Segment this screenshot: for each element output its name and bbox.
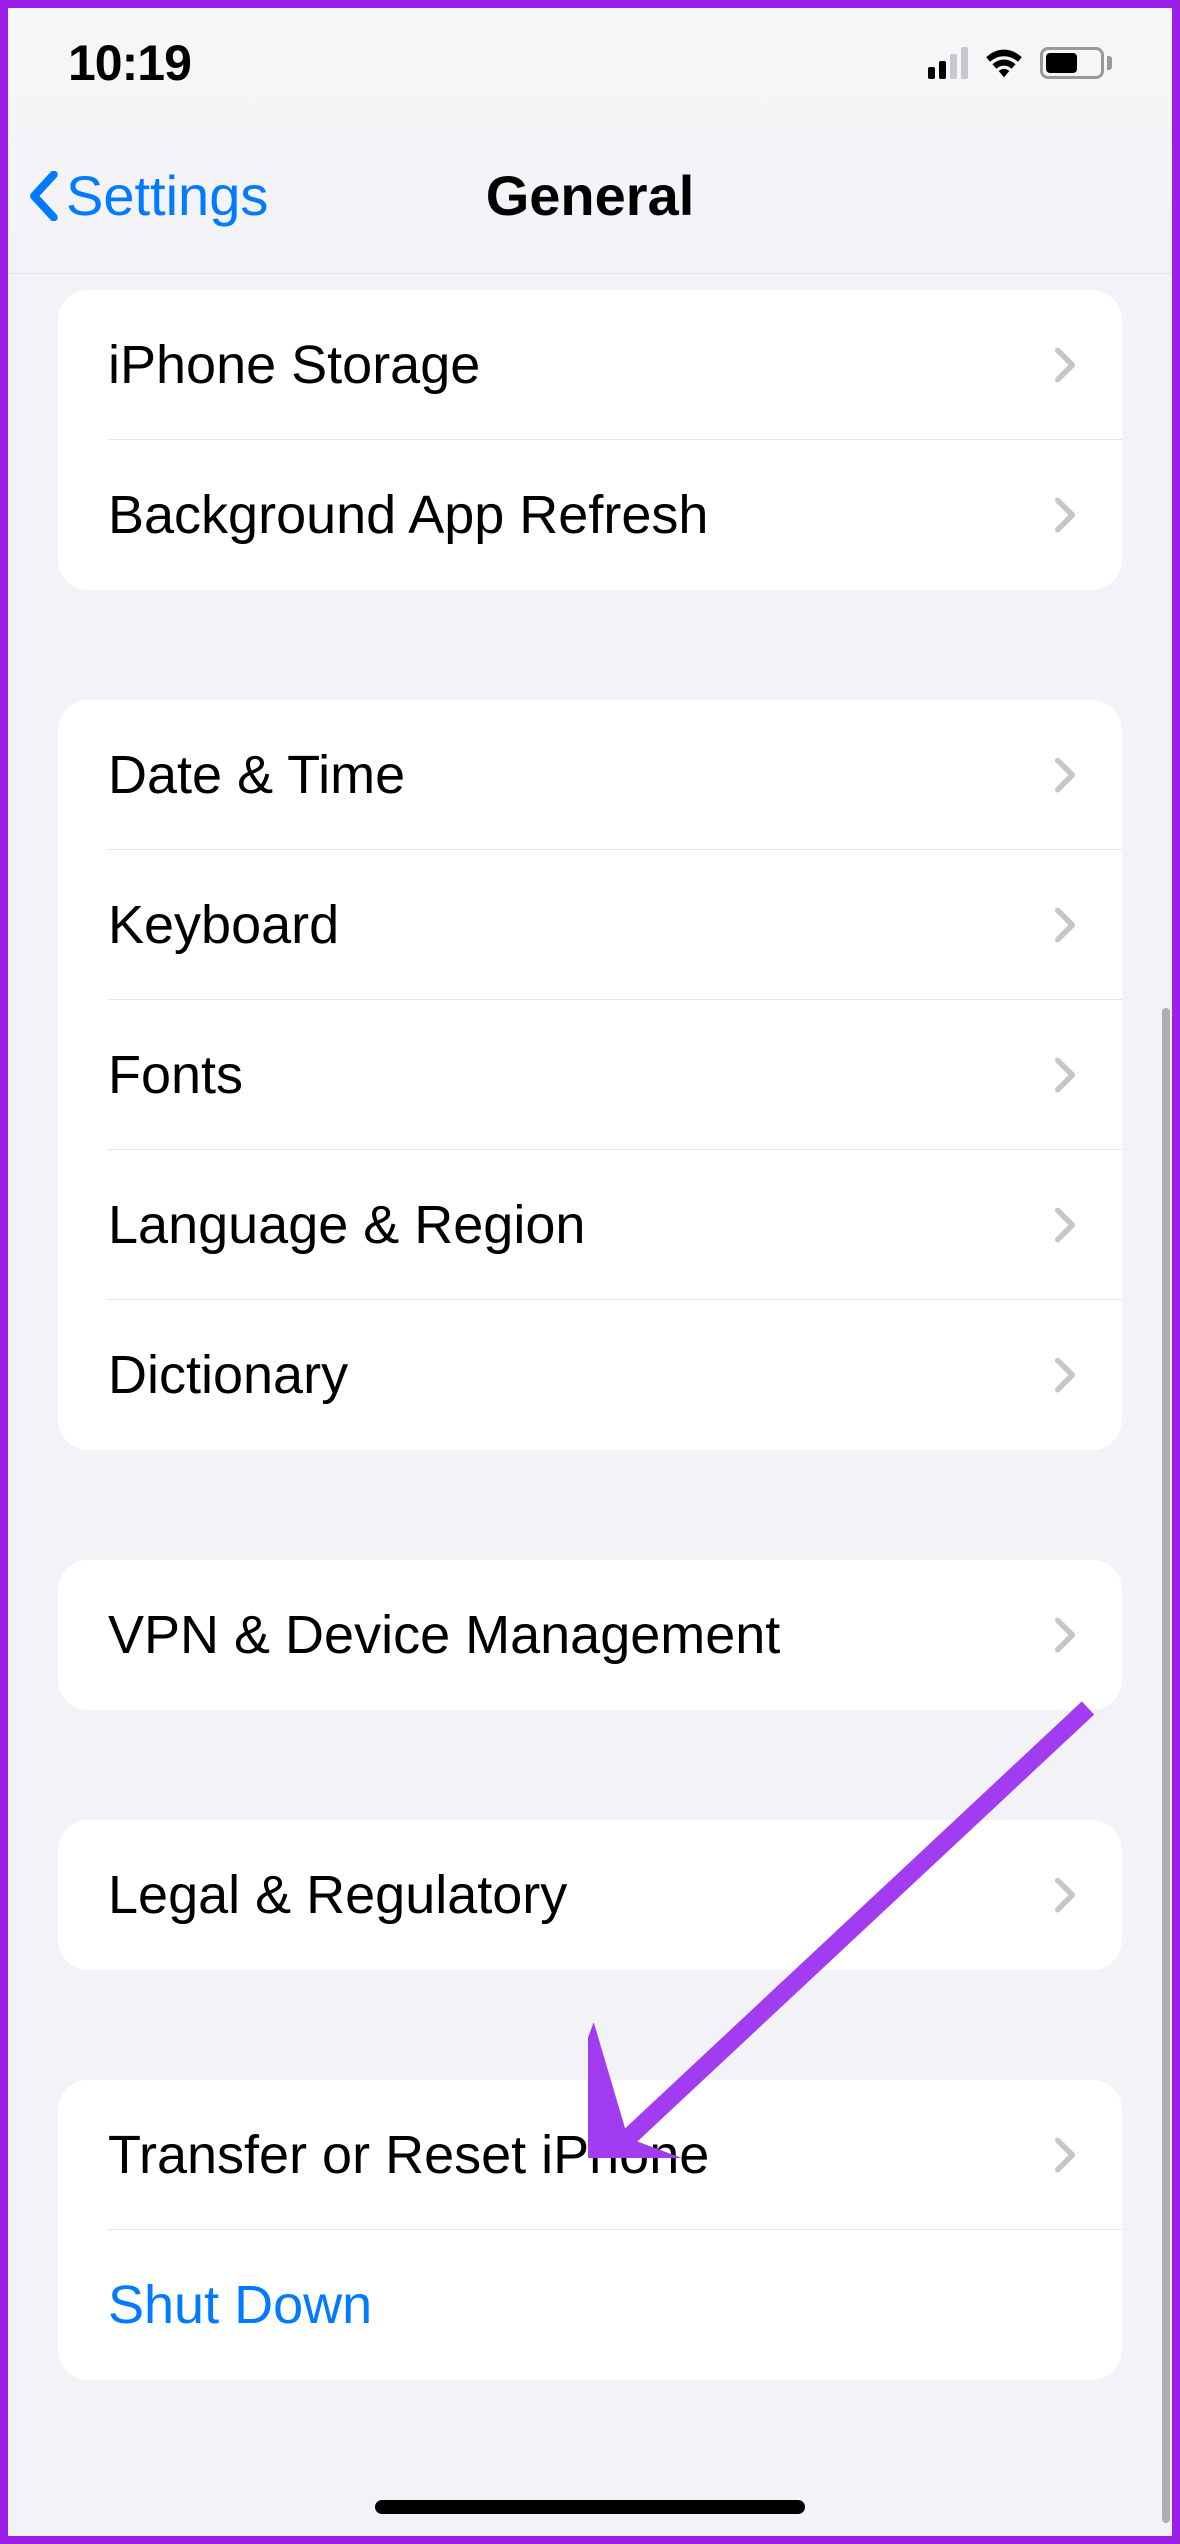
chevron-right-icon: [1054, 1206, 1076, 1244]
home-indicator[interactable]: [375, 2500, 805, 2514]
page-title: General: [486, 163, 695, 228]
row-label: iPhone Storage: [108, 334, 480, 396]
chevron-right-icon: [1054, 1056, 1076, 1094]
chevron-right-icon: [1054, 496, 1076, 534]
row-label: Background App Refresh: [108, 484, 708, 546]
row-shut-down[interactable]: Shut Down: [58, 2230, 1122, 2380]
row-label: Fonts: [108, 1044, 243, 1106]
row-vpn-device-management[interactable]: VPN & Device Management: [58, 1560, 1122, 1710]
row-label: Dictionary: [108, 1344, 348, 1406]
row-background-app-refresh[interactable]: Background App Refresh: [58, 440, 1122, 590]
chevron-right-icon: [1054, 1876, 1076, 1914]
back-label: Settings: [66, 163, 268, 228]
settings-section: Date & Time Keyboard Fonts Language & Re…: [58, 700, 1122, 1450]
row-transfer-reset-iphone[interactable]: Transfer or Reset iPhone: [58, 2080, 1122, 2230]
row-dictionary[interactable]: Dictionary: [58, 1300, 1122, 1450]
wifi-icon: [982, 47, 1026, 79]
row-label: Transfer or Reset iPhone: [108, 2124, 709, 2186]
row-label: Date & Time: [108, 744, 405, 806]
row-legal-regulatory[interactable]: Legal & Regulatory: [58, 1820, 1122, 1970]
chevron-right-icon: [1054, 756, 1076, 794]
settings-content: iPhone Storage Background App Refresh Da…: [8, 274, 1172, 2536]
status-icons: [928, 47, 1112, 79]
chevron-right-icon: [1054, 2136, 1076, 2174]
row-label: Shut Down: [108, 2274, 372, 2336]
settings-section: Legal & Regulatory: [58, 1820, 1122, 1970]
status-time: 10:19: [68, 34, 191, 92]
row-iphone-storage[interactable]: iPhone Storage: [58, 290, 1122, 440]
row-language-region[interactable]: Language & Region: [58, 1150, 1122, 1300]
chevron-right-icon: [1054, 346, 1076, 384]
chevron-right-icon: [1054, 1616, 1076, 1654]
chevron-right-icon: [1054, 906, 1076, 944]
settings-section: VPN & Device Management: [58, 1560, 1122, 1710]
scroll-indicator[interactable]: [1162, 1008, 1170, 2523]
row-fonts[interactable]: Fonts: [58, 1000, 1122, 1150]
row-label: VPN & Device Management: [108, 1604, 780, 1666]
settings-section: iPhone Storage Background App Refresh: [58, 290, 1122, 590]
row-date-time[interactable]: Date & Time: [58, 700, 1122, 850]
chevron-left-icon: [26, 171, 60, 221]
cellular-signal-icon: [928, 47, 968, 79]
row-keyboard[interactable]: Keyboard: [58, 850, 1122, 1000]
nav-bar: Settings General: [8, 118, 1172, 274]
row-label: Language & Region: [108, 1194, 585, 1256]
back-button[interactable]: Settings: [26, 163, 268, 228]
row-label: Keyboard: [108, 894, 339, 956]
row-label: Legal & Regulatory: [108, 1864, 567, 1926]
settings-section: Transfer or Reset iPhone Shut Down: [58, 2080, 1122, 2380]
battery-icon: [1040, 47, 1112, 79]
status-bar: 10:19: [8, 8, 1172, 118]
chevron-right-icon: [1054, 1356, 1076, 1394]
